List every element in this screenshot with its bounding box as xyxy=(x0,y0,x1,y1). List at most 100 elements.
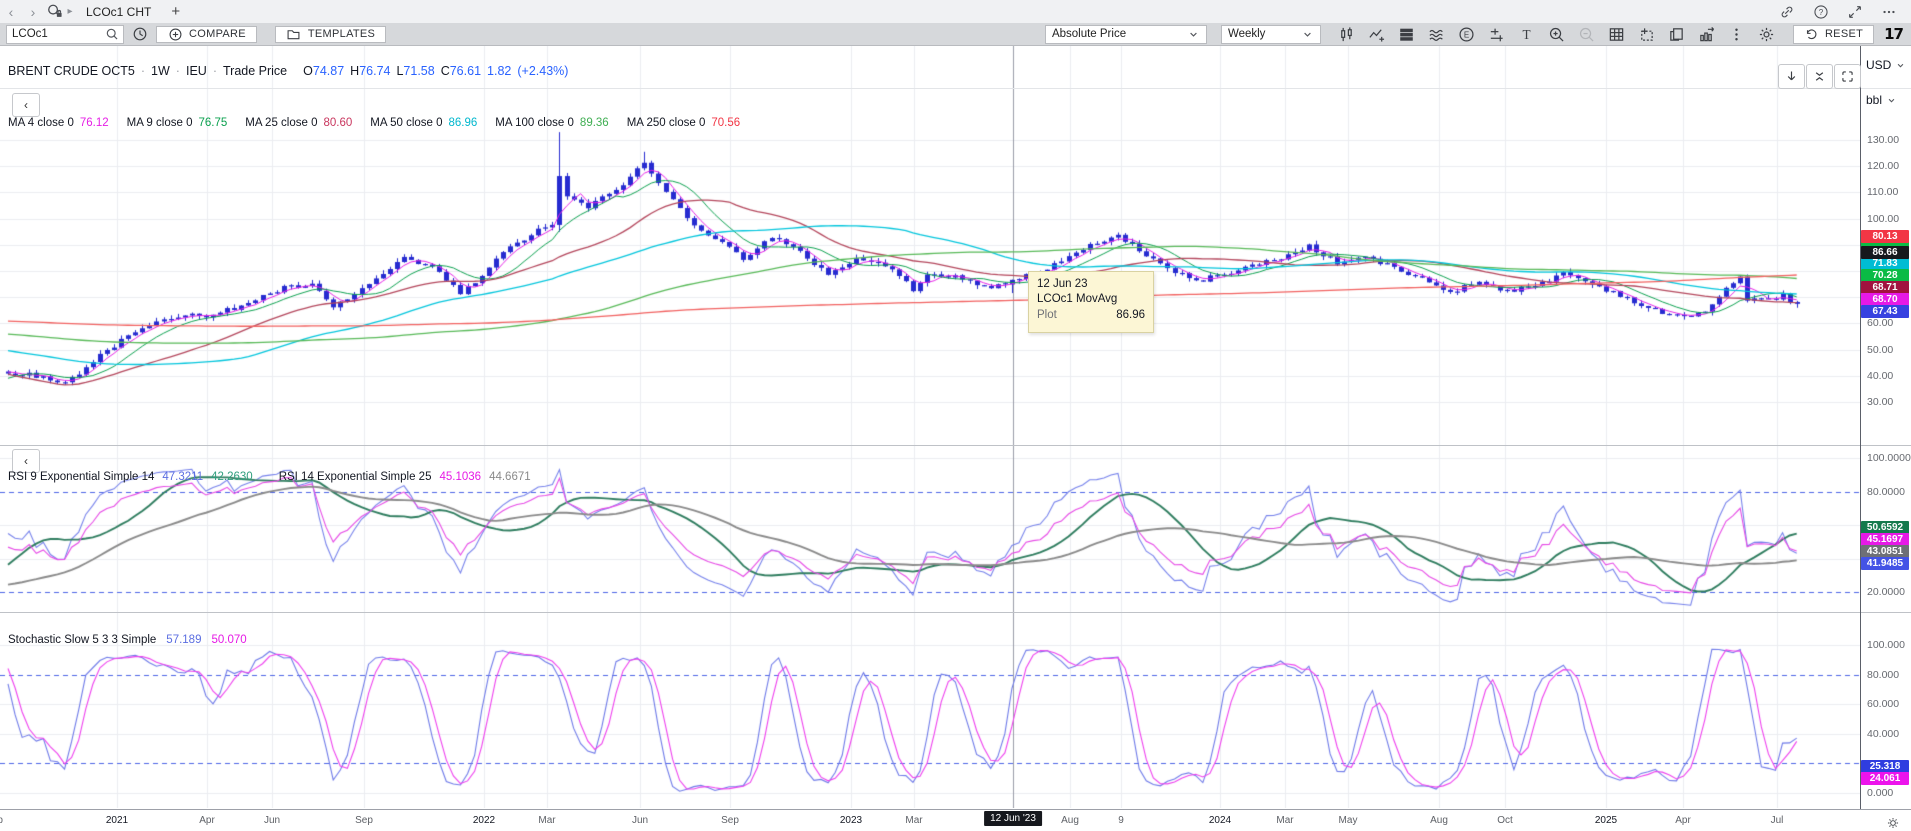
rsi-label: RSI 14 Exponential Simple 25 xyxy=(279,471,432,483)
currency-unit-select[interactable]: USD xyxy=(1866,58,1906,72)
collapse-pane-button[interactable] xyxy=(1806,64,1833,89)
search-lock-icon[interactable] xyxy=(44,2,64,22)
ma-value: 80.60 xyxy=(323,117,352,129)
maximize-pane-button[interactable] xyxy=(1834,64,1861,89)
candles-icon[interactable] xyxy=(1337,25,1357,44)
maximize-icon xyxy=(1840,69,1855,84)
ma-legend-item[interactable]: MA 4 close 076.12 xyxy=(8,117,109,129)
symbol-search-input[interactable] xyxy=(7,28,104,40)
tab-title: LCOc1 CHT xyxy=(86,5,151,19)
ma-value: 76.75 xyxy=(198,117,227,129)
ma-label: MA 4 close 0 xyxy=(8,117,74,129)
chevron-down-icon xyxy=(1301,28,1314,41)
tooltip-plot-label: Plot xyxy=(1037,309,1057,321)
rsi-badge: 41.9485 xyxy=(1861,557,1909,570)
ma-legend-item[interactable]: MA 25 close 080.60 xyxy=(245,117,352,129)
nav-forward-icon[interactable]: › xyxy=(22,4,44,20)
waves-icon[interactable] xyxy=(1427,25,1447,44)
compare-button[interactable]: COMPARE xyxy=(156,26,257,43)
chevrons-collapse-icon xyxy=(1812,69,1827,84)
time-label: Jun xyxy=(632,815,648,826)
rsi-value: 45.1036 xyxy=(439,471,481,483)
stoch-tick: 100.000 xyxy=(1867,639,1905,651)
price-tick: 100.00 xyxy=(1867,213,1899,225)
zoom-out-icon[interactable] xyxy=(1577,25,1597,44)
zoom-in-icon[interactable] xyxy=(1547,25,1567,44)
events-icon[interactable]: E xyxy=(1457,25,1477,44)
time-label: Jun xyxy=(264,815,280,826)
rsi-legend-group[interactable]: RSI 9 Exponential Simple 1447.321142.263… xyxy=(8,471,261,483)
copy-icon[interactable] xyxy=(1667,25,1687,44)
collapse-legend-button[interactable]: ‹ xyxy=(12,93,40,117)
ma-legend-row[interactable]: MA 4 close 076.12 MA 9 close 076.75 MA 25 … xyxy=(8,117,740,129)
time-axis[interactable]: 12 Jun '23 Sep2021AprJunSep2022MarJunSep… xyxy=(0,809,1911,831)
header-separator xyxy=(0,88,1911,89)
legend-symbol: BRENT CRUDE OCT5 xyxy=(8,64,135,78)
nav-back-icon[interactable]: ‹ xyxy=(0,4,22,20)
rsi-legend-group[interactable]: RSI 14 Exponential Simple 25 45.1036 44.66… xyxy=(279,471,539,483)
stoch-tick: 80.000 xyxy=(1867,669,1899,681)
collapse-rsi-button[interactable]: ‹ xyxy=(12,449,40,473)
compare-scale-icon[interactable] xyxy=(1487,25,1507,44)
reset-button[interactable]: RESET xyxy=(1793,25,1874,44)
time-label: Apr xyxy=(199,815,215,826)
ma-legend-item[interactable]: MA 100 close 089.36 xyxy=(495,117,608,129)
time-label: 2025 xyxy=(1595,815,1617,826)
stoch-legend-row[interactable]: Stochastic Slow 5 3 3 Simple 57.189 50.0… xyxy=(8,634,247,646)
jump-to-latest-button[interactable] xyxy=(1778,64,1805,89)
time-label: 2022 xyxy=(473,815,495,826)
rsi-legend-row[interactable]: RSI 9 Exponential Simple 1447.321142.263… xyxy=(8,471,539,483)
price-tick: 130.00 xyxy=(1867,134,1899,146)
more-icon[interactable] xyxy=(1879,2,1899,22)
price-tick: 30.00 xyxy=(1867,396,1893,408)
ma-legend-item[interactable]: MA 50 close 086.96 xyxy=(370,117,477,129)
price-badge: 86.66 xyxy=(1861,246,1909,259)
interval-value: Weekly xyxy=(1228,28,1266,40)
ma-legend-item[interactable]: MA 9 close 076.75 xyxy=(127,117,228,129)
reset-label: RESET xyxy=(1825,28,1863,40)
snapshot-icon[interactable] xyxy=(1637,25,1657,44)
stoch-panel-canvas[interactable] xyxy=(0,613,1860,808)
search-icon[interactable] xyxy=(104,26,120,42)
window-resize-icon[interactable] xyxy=(1845,2,1865,22)
time-label: Aug xyxy=(1430,815,1448,826)
ma-legend-item[interactable]: MA 250 close 070.56 xyxy=(627,117,740,129)
link-icon[interactable] xyxy=(1777,2,1797,22)
stoch-tick: 60.000 xyxy=(1867,698,1899,710)
price-tick: 120.00 xyxy=(1867,160,1899,172)
new-tab-button[interactable]: + xyxy=(161,3,190,20)
indicators-icon[interactable] xyxy=(1367,25,1387,44)
time-label: Jul xyxy=(1771,815,1784,826)
svg-text:E: E xyxy=(1464,30,1469,39)
help-icon[interactable]: ? xyxy=(1811,2,1831,22)
price-chart-canvas[interactable] xyxy=(0,46,1860,445)
tooltip-date: 12 Jun 23 xyxy=(1037,278,1145,290)
axis-settings-gear-icon[interactable] xyxy=(1883,813,1903,831)
rsi-value: 44.6671 xyxy=(489,471,531,483)
rsi-tick: 80.0000 xyxy=(1867,486,1905,498)
export-icon[interactable] xyxy=(1697,25,1717,44)
pane-separator-2[interactable] xyxy=(0,612,1911,613)
interval-select[interactable]: Weekly xyxy=(1221,25,1321,44)
stoch-tick: 0.000 xyxy=(1867,787,1893,799)
settings-icon[interactable] xyxy=(1757,25,1777,44)
history-clock-button[interactable] xyxy=(130,25,150,44)
time-label: Aug xyxy=(1061,815,1079,826)
time-label: Mar xyxy=(538,815,555,826)
toolbar-icon-row: ET xyxy=(1337,25,1777,44)
tradingview-logo[interactable]: 17 xyxy=(1884,25,1903,43)
price-tick: 110.00 xyxy=(1867,186,1898,198)
table-icon[interactable] xyxy=(1607,25,1627,44)
price-tick: 60.00 xyxy=(1867,317,1893,329)
measure-unit-select[interactable]: bbl xyxy=(1866,93,1897,107)
rsi-value: 47.3211 xyxy=(162,471,203,483)
text-tool-icon[interactable]: T xyxy=(1517,25,1537,44)
templates-button[interactable]: TEMPLATES xyxy=(275,26,386,43)
rows-icon[interactable] xyxy=(1397,25,1417,44)
pane-separator-1[interactable] xyxy=(0,445,1911,446)
symbol-legend[interactable]: BRENT CRUDE OCT5· 1W· IEU· Trade Price O… xyxy=(8,64,568,78)
crosshair-date-badge: 12 Jun '23 xyxy=(984,811,1042,826)
kebab-icon[interactable] xyxy=(1727,25,1747,44)
tab-lcoc1-cht[interactable]: LCOc1 CHT xyxy=(76,0,161,23)
price-mode-select[interactable]: Absolute Price xyxy=(1045,25,1207,44)
